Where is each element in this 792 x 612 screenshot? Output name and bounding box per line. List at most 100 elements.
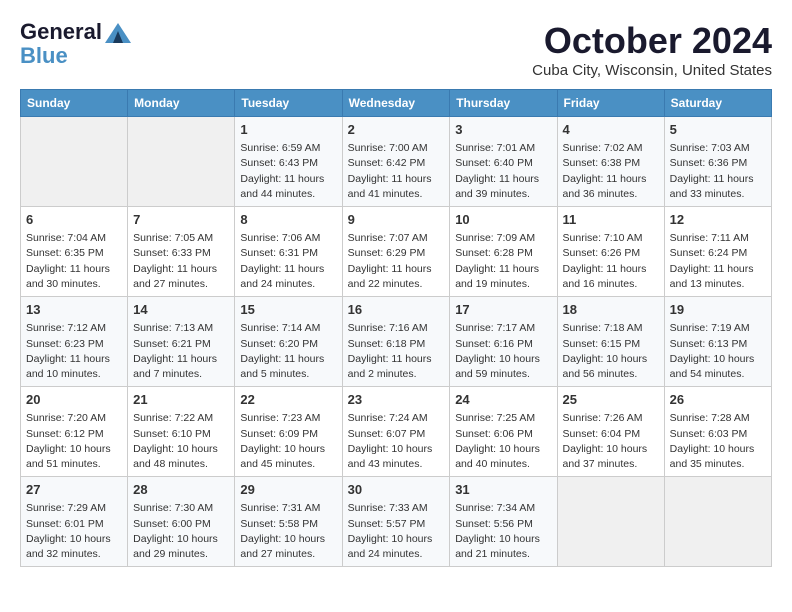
logo: General Blue (20, 20, 131, 68)
day-info: Sunrise: 7:19 AMSunset: 6:13 PMDaylight:… (670, 321, 766, 382)
weekday-header-saturday: Saturday (664, 90, 771, 117)
calendar-day-cell: 30 Sunrise: 7:33 AMSunset: 5:57 PMDayligh… (342, 477, 450, 567)
calendar-day-cell: 12 Sunrise: 7:11 AMSunset: 6:24 PMDayligh… (664, 207, 771, 297)
location-title: Cuba City, Wisconsin, United States (532, 62, 772, 79)
day-number: 9 (348, 211, 445, 229)
day-info: Sunrise: 7:06 AMSunset: 6:31 PMDaylight:… (240, 231, 336, 292)
day-info: Sunrise: 7:11 AMSunset: 6:24 PMDaylight:… (670, 231, 766, 292)
calendar-day-cell: 14 Sunrise: 7:13 AMSunset: 6:21 PMDayligh… (128, 297, 235, 387)
day-info: Sunrise: 7:20 AMSunset: 6:12 PMDaylight:… (26, 411, 122, 472)
calendar-day-cell: 28 Sunrise: 7:30 AMSunset: 6:00 PMDayligh… (128, 477, 235, 567)
calendar-day-cell: 26 Sunrise: 7:28 AMSunset: 6:03 PMDayligh… (664, 387, 771, 477)
day-number: 19 (670, 301, 766, 319)
day-info: Sunrise: 7:24 AMSunset: 6:07 PMDaylight:… (348, 411, 445, 472)
day-number: 22 (240, 391, 336, 409)
day-info: Sunrise: 7:13 AMSunset: 6:21 PMDaylight:… (133, 321, 229, 382)
calendar-week-row: 13 Sunrise: 7:12 AMSunset: 6:23 PMDayligh… (21, 297, 772, 387)
day-info: Sunrise: 7:16 AMSunset: 6:18 PMDaylight:… (348, 321, 445, 382)
page-header: General Blue October 2024 Cuba City, Wis… (20, 20, 772, 79)
day-info: Sunrise: 7:29 AMSunset: 6:01 PMDaylight:… (26, 501, 122, 562)
month-title: October 2024 (532, 20, 772, 62)
calendar-day-cell: 17 Sunrise: 7:17 AMSunset: 6:16 PMDayligh… (450, 297, 557, 387)
calendar-day-cell: 25 Sunrise: 7:26 AMSunset: 6:04 PMDayligh… (557, 387, 664, 477)
calendar-day-cell: 2Sunrise: 7:00 AMSunset: 6:42 PMDaylight… (342, 117, 450, 207)
day-info: Sunrise: 7:04 AMSunset: 6:35 PMDaylight:… (26, 231, 122, 292)
day-number: 11 (563, 211, 659, 229)
logo-icon (105, 23, 131, 43)
calendar-day-cell: 22 Sunrise: 7:23 AMSunset: 6:09 PMDayligh… (235, 387, 342, 477)
day-number: 6 (26, 211, 122, 229)
day-number: 3 (455, 121, 551, 139)
day-info: Sunrise: 7:22 AMSunset: 6:10 PMDaylight:… (133, 411, 229, 472)
day-number: 26 (670, 391, 766, 409)
calendar-day-cell: 8 Sunrise: 7:06 AMSunset: 6:31 PMDaylight… (235, 207, 342, 297)
day-number: 4 (563, 121, 659, 139)
day-info: Sunrise: 7:28 AMSunset: 6:03 PMDaylight:… (670, 411, 766, 472)
calendar-day-cell: 5 Sunrise: 7:03 AMSunset: 6:36 PMDaylight… (664, 117, 771, 207)
day-info: Sunrise: 7:23 AMSunset: 6:09 PMDaylight:… (240, 411, 336, 472)
day-number: 24 (455, 391, 551, 409)
calendar-day-cell: 7Sunrise: 7:05 AMSunset: 6:33 PMDaylight… (128, 207, 235, 297)
calendar-day-cell: 18Sunrise: 7:18 AMSunset: 6:15 PMDayligh… (557, 297, 664, 387)
weekday-header-sunday: Sunday (21, 90, 128, 117)
calendar-day-cell: 16 Sunrise: 7:16 AMSunset: 6:18 PMDayligh… (342, 297, 450, 387)
weekday-header-wednesday: Wednesday (342, 90, 450, 117)
day-number: 7 (133, 211, 229, 229)
day-number: 1 (240, 121, 336, 139)
logo-blue: Blue (20, 43, 68, 68)
calendar-day-cell (128, 117, 235, 207)
day-number: 25 (563, 391, 659, 409)
calendar-week-row: 1Sunrise: 6:59 AMSunset: 6:43 PMDaylight… (21, 117, 772, 207)
day-info: Sunrise: 7:14 AMSunset: 6:20 PMDaylight:… (240, 321, 336, 382)
day-number: 27 (26, 481, 122, 499)
day-info: Sunrise: 7:02 AMSunset: 6:38 PMDaylight:… (563, 141, 659, 202)
day-info: Sunrise: 7:34 AMSunset: 5:56 PMDaylight:… (455, 501, 551, 562)
day-info: Sunrise: 7:17 AMSunset: 6:16 PMDaylight:… (455, 321, 551, 382)
calendar-day-cell: 31 Sunrise: 7:34 AMSunset: 5:56 PMDayligh… (450, 477, 557, 567)
logo-text: General Blue (20, 20, 131, 68)
day-info: Sunrise: 7:03 AMSunset: 6:36 PMDaylight:… (670, 141, 766, 202)
day-info: Sunrise: 7:07 AMSunset: 6:29 PMDaylight:… (348, 231, 445, 292)
day-info: Sunrise: 7:26 AMSunset: 6:04 PMDaylight:… (563, 411, 659, 472)
calendar-day-cell: 13 Sunrise: 7:12 AMSunset: 6:23 PMDayligh… (21, 297, 128, 387)
weekday-header-tuesday: Tuesday (235, 90, 342, 117)
day-number: 14 (133, 301, 229, 319)
day-info: Sunrise: 7:31 AMSunset: 5:58 PMDaylight:… (240, 501, 336, 562)
calendar-day-cell: 6 Sunrise: 7:04 AMSunset: 6:35 PMDaylight… (21, 207, 128, 297)
day-number: 13 (26, 301, 122, 319)
calendar-day-cell: 29 Sunrise: 7:31 AMSunset: 5:58 PMDayligh… (235, 477, 342, 567)
weekday-header-monday: Monday (128, 90, 235, 117)
day-number: 28 (133, 481, 229, 499)
calendar-day-cell: 27 Sunrise: 7:29 AMSunset: 6:01 PMDayligh… (21, 477, 128, 567)
calendar-day-cell (664, 477, 771, 567)
day-number: 17 (455, 301, 551, 319)
day-number: 12 (670, 211, 766, 229)
calendar-day-cell: 15Sunrise: 7:14 AMSunset: 6:20 PMDayligh… (235, 297, 342, 387)
calendar-week-row: 20Sunrise: 7:20 AMSunset: 6:12 PMDayligh… (21, 387, 772, 477)
calendar-day-cell (557, 477, 664, 567)
day-info: Sunrise: 7:30 AMSunset: 6:00 PMDaylight:… (133, 501, 229, 562)
day-number: 18 (563, 301, 659, 319)
day-number: 10 (455, 211, 551, 229)
day-info: Sunrise: 7:12 AMSunset: 6:23 PMDaylight:… (26, 321, 122, 382)
weekday-header-friday: Friday (557, 90, 664, 117)
weekday-header-row: SundayMondayTuesdayWednesdayThursdayFrid… (21, 90, 772, 117)
calendar-day-cell: 19 Sunrise: 7:19 AMSunset: 6:13 PMDayligh… (664, 297, 771, 387)
calendar-day-cell (21, 117, 128, 207)
day-number: 5 (670, 121, 766, 139)
day-number: 29 (240, 481, 336, 499)
day-info: Sunrise: 7:33 AMSunset: 5:57 PMDaylight:… (348, 501, 445, 562)
calendar-table: SundayMondayTuesdayWednesdayThursdayFrid… (20, 89, 772, 567)
day-number: 31 (455, 481, 551, 499)
day-number: 8 (240, 211, 336, 229)
calendar-day-cell: 21Sunrise: 7:22 AMSunset: 6:10 PMDayligh… (128, 387, 235, 477)
calendar-week-row: 27 Sunrise: 7:29 AMSunset: 6:01 PMDayligh… (21, 477, 772, 567)
day-number: 16 (348, 301, 445, 319)
calendar-day-cell: 24Sunrise: 7:25 AMSunset: 6:06 PMDayligh… (450, 387, 557, 477)
day-info: Sunrise: 7:10 AMSunset: 6:26 PMDaylight:… (563, 231, 659, 292)
day-info: Sunrise: 7:00 AMSunset: 6:42 PMDaylight:… (348, 141, 445, 202)
calendar-day-cell: 9 Sunrise: 7:07 AMSunset: 6:29 PMDaylight… (342, 207, 450, 297)
calendar-week-row: 6 Sunrise: 7:04 AMSunset: 6:35 PMDaylight… (21, 207, 772, 297)
day-number: 30 (348, 481, 445, 499)
calendar-day-cell: 11 Sunrise: 7:10 AMSunset: 6:26 PMDayligh… (557, 207, 664, 297)
